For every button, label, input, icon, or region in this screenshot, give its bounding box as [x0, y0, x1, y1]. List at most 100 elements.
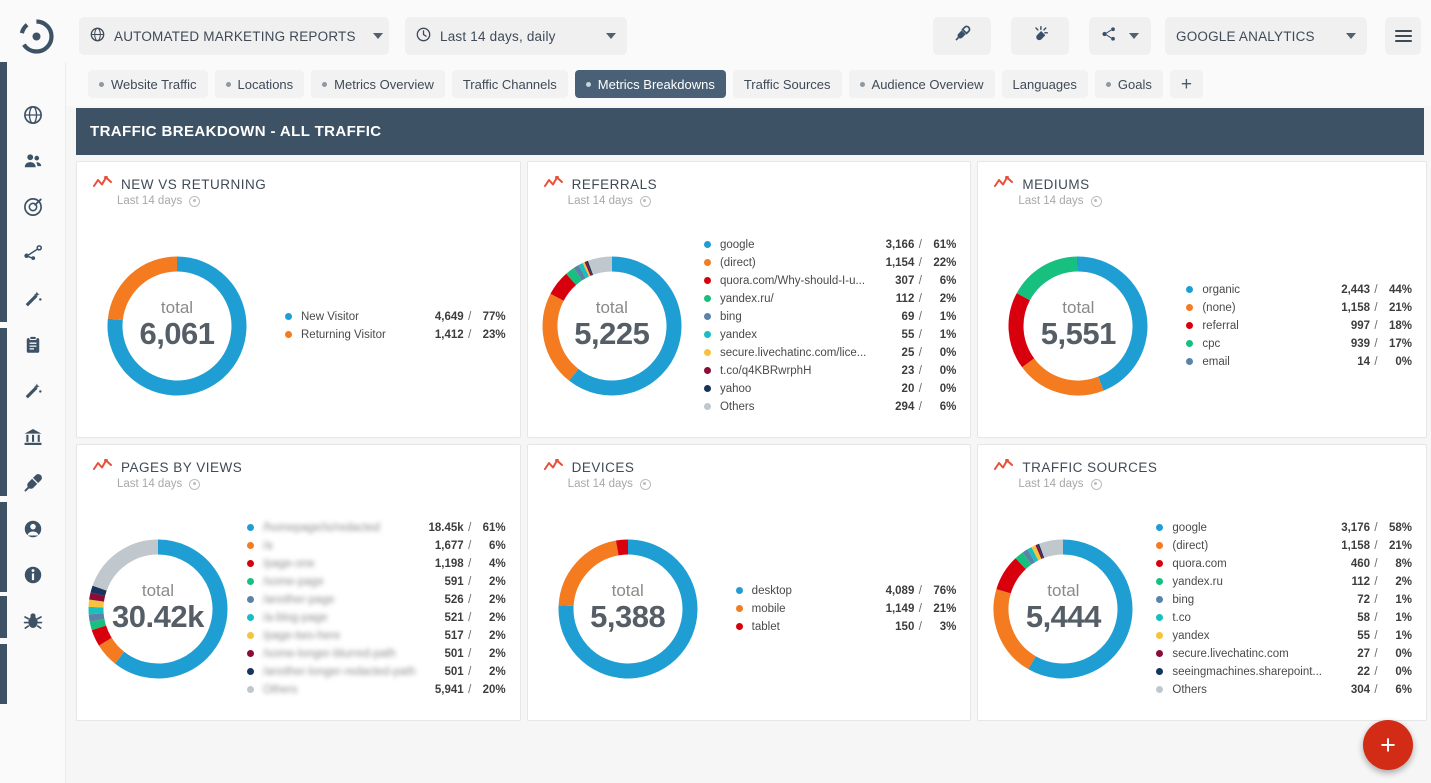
wand-alt-icon[interactable]	[20, 378, 46, 404]
legend-row[interactable]: referral 997 / 18%	[1186, 317, 1412, 335]
legend-row[interactable]: seeingmachines.sharepoint... 22 / 0%	[1156, 663, 1412, 681]
tab-languages[interactable]: Languages	[1001, 70, 1088, 98]
panel-body: total 5,551 organic 2,443 / 44% (none) 1,158 / 21…	[978, 212, 1426, 437]
legend-row[interactable]: Others 5,941 / 20%	[246, 681, 506, 699]
legend-value: 1,158	[1341, 301, 1370, 314]
sparkline-icon	[93, 175, 112, 192]
legend-row[interactable]: bing 69/ 1%	[703, 308, 956, 326]
legend-row[interactable]: yahoo 20/ 0%	[703, 380, 956, 398]
legend-row[interactable]: t.co/q4KBRwrphH 23/ 0%	[703, 362, 957, 380]
share-button[interactable]	[1089, 17, 1151, 55]
legend-row[interactable]: tablet 150/ 3%	[735, 618, 956, 636]
legend-row[interactable]: Others 304 / 6%	[1156, 681, 1412, 699]
donut-chart[interactable]: total 30.42k	[79, 530, 237, 688]
legend-row[interactable]: New Visitor 4,649 / 77%	[285, 308, 506, 326]
legend-row[interactable]: yandex 55/1%	[703, 326, 956, 344]
add-widget-fab[interactable]: +	[1363, 720, 1413, 770]
account-icon[interactable]	[20, 516, 46, 542]
data-source-selector[interactable]: GOOGLE ANALYTICS	[1165, 17, 1367, 55]
donut-chart[interactable]: total 5,225	[533, 247, 691, 405]
donut-chart[interactable]: total 5,388	[549, 530, 707, 688]
legend-color-dot	[1156, 542, 1164, 549]
bank-icon[interactable]	[20, 424, 46, 450]
legend-row[interactable]: yandex.ru 112 / 2%	[1156, 573, 1412, 591]
donut-center: total 5,388	[549, 530, 707, 688]
legend-row[interactable]: secure.livechatinc.com/lice... 25/ 0%	[703, 344, 956, 362]
bug-icon[interactable]	[20, 608, 46, 634]
legend-row[interactable]: (none) 1,158 / 21%	[1186, 299, 1412, 317]
wand-icon[interactable]	[20, 286, 46, 312]
legend-percent: 0%	[939, 364, 957, 377]
globe-icon[interactable]	[20, 102, 46, 128]
project-selector[interactable]: AUTOMATED MARKETING REPORTS	[79, 17, 389, 55]
date-range-selector[interactable]: Last 14 days, daily	[405, 17, 627, 55]
legend-row[interactable]: quora.com/Why-should-I-u... 307/ 6%	[703, 272, 956, 290]
legend-row[interactable]: cpc 939 / 17%	[1186, 335, 1412, 353]
legend-row[interactable]: yandex.ru/112/ 2%	[703, 290, 956, 308]
tab-locations[interactable]: Locations	[214, 70, 305, 98]
tab-audience-overview[interactable]: Audience Overview	[848, 70, 995, 98]
legend-row[interactable]: desktop 4,089/ 76%	[735, 582, 957, 600]
donut-chart[interactable]: total 5,551	[999, 247, 1157, 405]
legend-row[interactable]: /another-page 526 / 2%	[246, 591, 506, 609]
target-globe-icon[interactable]	[20, 194, 46, 220]
legend-row[interactable]: /page-two-here 517 / 2%	[246, 627, 506, 645]
legend-row[interactable]: quora.com 460 / 8%	[1156, 555, 1412, 573]
legend-row[interactable]: Others 294/ 6%	[703, 398, 956, 416]
legend-separator: /	[918, 310, 922, 323]
info-icon[interactable]	[20, 562, 46, 588]
legend-percent: 76%	[933, 584, 957, 597]
network-icon[interactable]	[20, 240, 46, 266]
tab-traffic-channels[interactable]: Traffic Channels	[451, 70, 568, 98]
panel-row: PAGES BY VIEWS Last 14 days total 30.42k/ho…	[76, 444, 1427, 721]
chevron-down-icon	[1129, 33, 1139, 39]
legend-value: 1,198	[434, 557, 464, 570]
tab-metrics-breakdowns[interactable]: Metrics Breakdowns	[574, 70, 726, 98]
legend-row[interactable]: email 14 / 0%	[1186, 353, 1412, 371]
users-icon[interactable]	[20, 148, 46, 174]
legend-row[interactable]: /page-one 1,198 / 4%	[246, 555, 506, 573]
tab-traffic-sources[interactable]: Traffic Sources	[732, 70, 842, 98]
connect-button[interactable]	[933, 17, 991, 55]
disconnect-button[interactable]	[1011, 17, 1069, 55]
clipboard-icon[interactable]	[20, 332, 46, 358]
legend-row[interactable]: /another-longer-redacted-path 501 / 2%	[246, 663, 506, 681]
legend-color-dot	[1156, 524, 1164, 531]
tab-website-traffic[interactable]: Website Traffic	[88, 70, 208, 98]
legend-row[interactable]: /some-longer-blurred-path 501 / 2%	[246, 645, 506, 663]
legend-label: /homepage/is/redacted	[262, 521, 380, 534]
add-tab-button[interactable]: +	[1169, 70, 1203, 98]
legend-value: 939	[1350, 337, 1370, 350]
legend-row[interactable]: google 3,166/ 61%	[703, 236, 956, 254]
legend-row[interactable]: /a-blog-page 521 / 2%	[246, 609, 506, 627]
legend-row[interactable]: (direct) 1,158 / 21%	[1156, 537, 1412, 555]
tab-goals[interactable]: Goals	[1094, 70, 1163, 98]
rail-accent-strip	[0, 644, 7, 704]
legend-row[interactable]: google 3,176 / 58%	[1156, 519, 1412, 537]
legend-row[interactable]: yandex 55/1%	[1156, 627, 1412, 645]
legend-value: 4,089	[885, 584, 915, 597]
legend-row[interactable]: /some-page 591 / 2%	[246, 573, 506, 591]
legend-row[interactable]: (direct) 1,154/ 22%	[703, 254, 956, 272]
legend-row[interactable]: organic 2,443 / 44%	[1186, 281, 1412, 299]
legend-row[interactable]: secure.livechatinc.com 27 / 0%	[1156, 645, 1412, 663]
legend-color-dot	[703, 331, 711, 338]
tab-metrics-overview[interactable]: Metrics Overview	[311, 70, 445, 98]
panel-title: PAGES BY VIEWS	[93, 458, 242, 475]
legend-row[interactable]: mobile 1,149/ 21%	[735, 600, 956, 618]
donut-chart[interactable]: total 5,444	[984, 530, 1142, 688]
plug-icon[interactable]	[20, 470, 46, 496]
legend-row[interactable]: /a 1,677 / 6%	[246, 537, 506, 555]
legend-row[interactable]: t.co 58 / 1%	[1156, 609, 1412, 627]
legend-color-dot	[1186, 286, 1194, 293]
panel-subtitle: Last 14 days	[568, 195, 651, 207]
legend-row[interactable]: bing 72 / 1%	[1156, 591, 1412, 609]
donut-chart[interactable]: total 6,061	[98, 247, 256, 405]
legend-row[interactable]: /homepage/is/redacted 18.45k / 61%	[246, 519, 506, 537]
app-logo-icon[interactable]	[18, 18, 55, 55]
hamburger-menu-button[interactable]	[1385, 17, 1421, 55]
donut-total-value: 5,444	[1025, 599, 1102, 635]
legend-row[interactable]: Returning Visitor 1,412 / 23%	[285, 326, 506, 344]
plug-icon	[954, 25, 971, 47]
section-banner: TRAFFIC BREAKDOWN - ALL TRAFFIC	[76, 108, 1424, 155]
